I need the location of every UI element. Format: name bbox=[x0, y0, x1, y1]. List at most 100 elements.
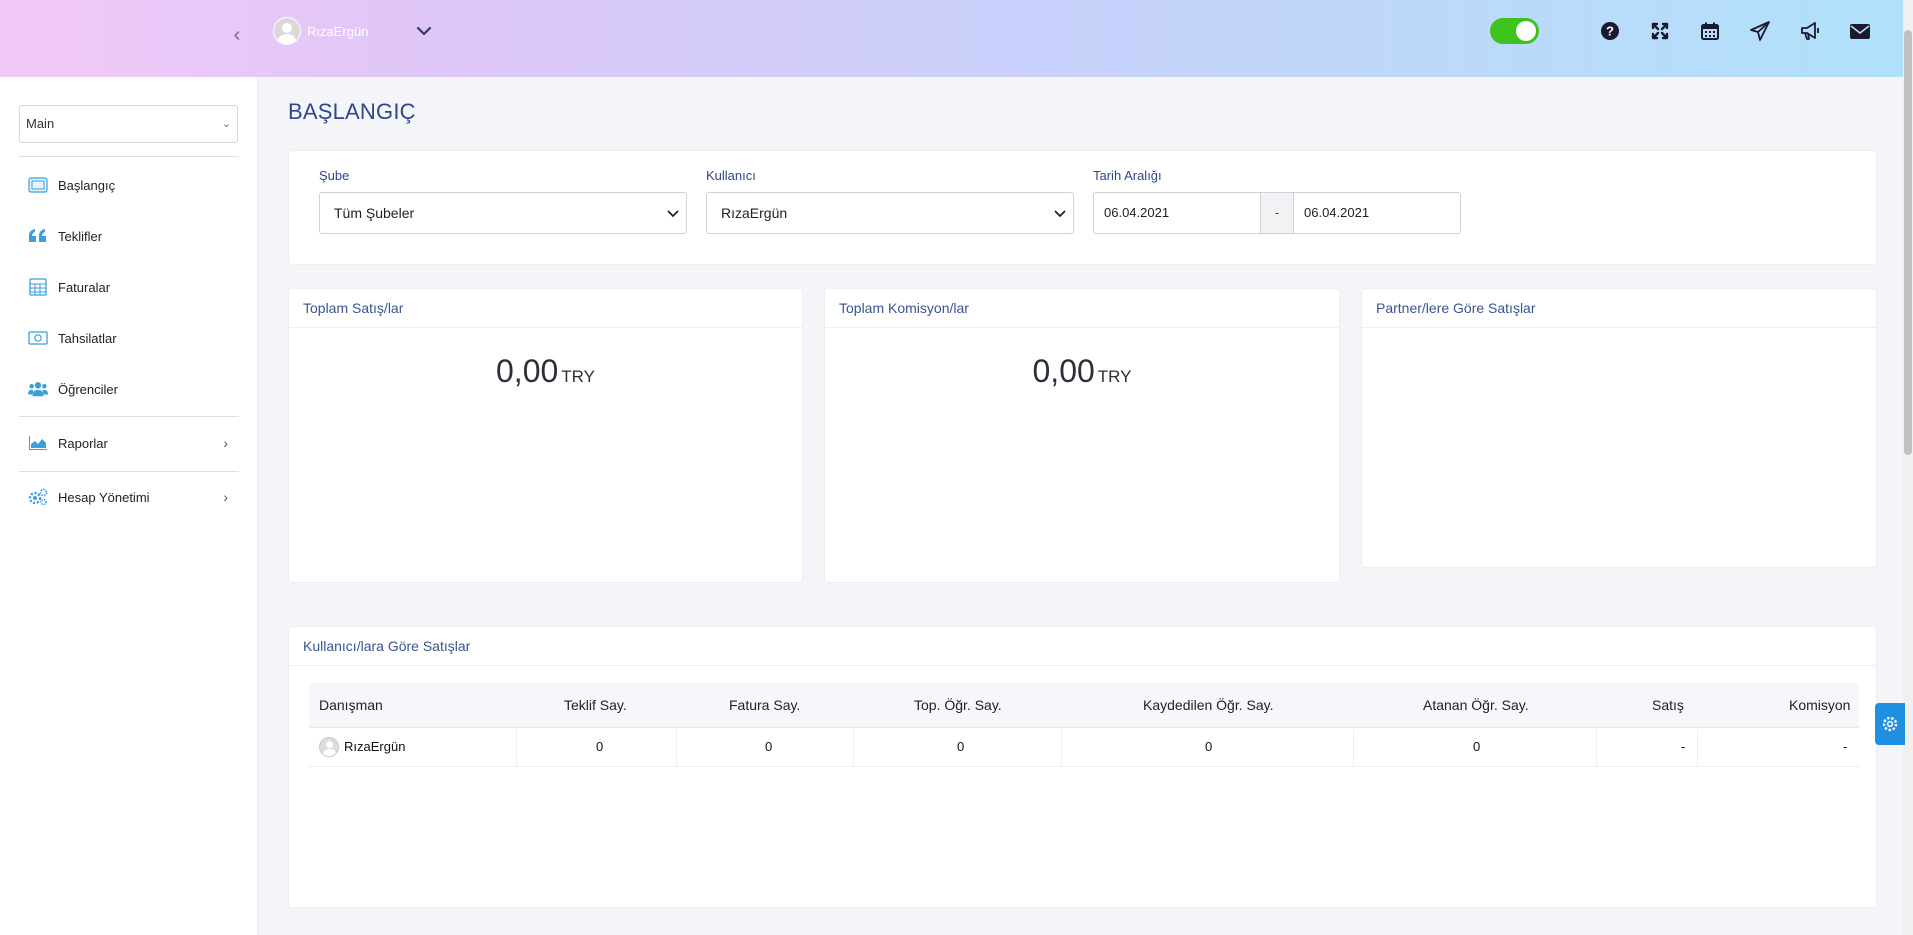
cell-divider bbox=[1697, 729, 1698, 767]
cell-divider bbox=[1061, 729, 1062, 767]
sidebar-item-label: Faturalar bbox=[58, 279, 111, 295]
sidebar-item-label: Öğrenciler bbox=[58, 381, 118, 397]
send-icon[interactable] bbox=[1747, 18, 1773, 44]
quote-icon bbox=[28, 226, 48, 246]
assigned-count: 0 bbox=[1473, 739, 1481, 754]
megaphone-icon[interactable] bbox=[1797, 18, 1823, 44]
stat-number: 0,00 bbox=[1032, 353, 1095, 389]
chevron-down-icon: ⌄ bbox=[221, 118, 231, 130]
user-label: Kullanıcı bbox=[706, 168, 756, 183]
sidebar-divider bbox=[19, 471, 239, 472]
status-toggle[interactable] bbox=[1490, 18, 1539, 44]
column-header[interactable]: Danışman bbox=[319, 683, 383, 728]
sidebar-collapse-button[interactable]: ‹ bbox=[228, 22, 246, 48]
table-row[interactable]: RızaErgün 0 0 0 0 0 - - bbox=[309, 729, 1859, 767]
card-title: Kullanıcı/lara Göre Satışlar bbox=[289, 627, 1876, 666]
chevron-right-icon: › bbox=[223, 435, 228, 451]
cell-divider bbox=[676, 729, 677, 767]
chevron-down-icon bbox=[1054, 210, 1066, 218]
sidebar-divider bbox=[19, 416, 239, 417]
sidebar-item-ogrenciler[interactable]: Öğrenciler bbox=[28, 374, 238, 404]
calendar-icon[interactable] bbox=[1697, 18, 1723, 44]
table-header: Danışman Teklif Say. Fatura Say. Top. Öğ… bbox=[309, 683, 1859, 728]
cell-divider bbox=[1353, 729, 1354, 767]
sidebar-item-tahsilatlar[interactable]: Tahsilatlar bbox=[28, 323, 238, 353]
sidebar: Main ⌄ Başlangıç Teklifler Faturalar Tah… bbox=[0, 77, 258, 935]
money-icon bbox=[28, 328, 48, 348]
sidebar-item-label: Teklifler bbox=[58, 228, 103, 244]
dashboard-icon bbox=[28, 175, 48, 195]
scrollbar-thumb[interactable] bbox=[1904, 30, 1912, 455]
student-count: 0 bbox=[957, 739, 965, 754]
user-avatar bbox=[273, 17, 301, 45]
partner-sales-card: Partner/lere Göre Satışlar bbox=[1361, 288, 1877, 568]
column-header[interactable]: Teklif Say. bbox=[564, 683, 627, 728]
sidebar-item-baslangic[interactable]: Başlangıç bbox=[28, 170, 238, 200]
sidebar-item-hesap-yonetimi[interactable]: Hesap Yönetimi › bbox=[28, 482, 238, 512]
page-title: BAŞLANGIÇ bbox=[288, 99, 416, 124]
chevron-down-icon[interactable] bbox=[415, 22, 433, 40]
fullscreen-icon[interactable] bbox=[1647, 18, 1673, 44]
cell-divider bbox=[1596, 729, 1597, 767]
user-value: RızaErgün bbox=[721, 205, 788, 221]
stat-currency: TRY bbox=[1097, 367, 1132, 386]
date-range-separator: - bbox=[1261, 192, 1293, 234]
date-from-input[interactable]: 06.04.2021 bbox=[1093, 192, 1261, 234]
chart-icon bbox=[28, 433, 48, 453]
card-title: Toplam Satış/lar bbox=[289, 289, 802, 328]
user-menu[interactable]: RızaErgün bbox=[273, 17, 432, 45]
cell-divider bbox=[516, 729, 517, 767]
total-sales-card: Toplam Satış/lar 0,00 TRY bbox=[288, 288, 803, 583]
card-title: Toplam Komisyon/lar bbox=[825, 289, 1339, 328]
user-select[interactable]: RızaErgün bbox=[706, 192, 1074, 234]
filter-panel: Şube Tüm Şubeler Kullanıcı RızaErgün Tar… bbox=[288, 150, 1877, 265]
sidebar-item-label: Tahsilatlar bbox=[58, 330, 117, 346]
card-title: Partner/lere Göre Satışlar bbox=[1362, 289, 1876, 328]
branch-select[interactable]: Tüm Şubeler bbox=[319, 192, 687, 234]
user-sales-card: Kullanıcı/lara Göre Satışlar Danışman Te… bbox=[288, 626, 1877, 908]
invoice-count: 0 bbox=[765, 739, 773, 754]
cell-divider bbox=[853, 729, 854, 767]
branch-label: Şube bbox=[319, 168, 350, 183]
users-icon bbox=[28, 379, 48, 399]
workspace-select[interactable]: Main ⌄ bbox=[19, 105, 238, 143]
sidebar-item-label: Raporlar bbox=[58, 435, 108, 451]
sales-value: - bbox=[1681, 739, 1686, 754]
sidebar-item-teklifler[interactable]: Teklifler bbox=[28, 221, 238, 251]
gear-icon bbox=[1882, 716, 1898, 732]
user-sales-table: Danışman Teklif Say. Fatura Say. Top. Öğ… bbox=[309, 683, 1859, 767]
sidebar-item-label: Hesap Yönetimi bbox=[58, 489, 150, 505]
top-toolbar: ? bbox=[1490, 18, 1873, 44]
sidebar-item-faturalar[interactable]: Faturalar bbox=[28, 272, 238, 302]
workspace-value: Main bbox=[26, 116, 55, 131]
chevron-right-icon: › bbox=[223, 489, 228, 505]
commission-value: - bbox=[1843, 739, 1848, 754]
column-header[interactable]: Komisyon bbox=[1789, 683, 1850, 728]
column-header[interactable]: Fatura Say. bbox=[729, 683, 800, 728]
help-icon[interactable]: ? bbox=[1597, 18, 1623, 44]
top-bar: ‹ RızaErgün ? bbox=[0, 0, 1913, 77]
offer-count: 0 bbox=[596, 739, 604, 754]
user-name: RızaErgün bbox=[307, 23, 369, 39]
branch-value: Tüm Şubeler bbox=[334, 205, 415, 221]
column-header[interactable]: Atanan Öğr. Say. bbox=[1423, 683, 1529, 728]
date-to-input[interactable]: 06.04.2021 bbox=[1293, 192, 1461, 234]
user-avatar bbox=[319, 737, 339, 757]
chevron-down-icon bbox=[667, 210, 679, 218]
mail-icon[interactable] bbox=[1847, 18, 1873, 44]
total-commission-value: 0,00 TRY bbox=[825, 353, 1339, 390]
registered-count: 0 bbox=[1205, 739, 1213, 754]
column-header[interactable]: Kaydedilen Öğr. Say. bbox=[1143, 683, 1273, 728]
stat-number: 0,00 bbox=[496, 353, 559, 389]
settings-panel-button[interactable] bbox=[1875, 703, 1905, 745]
sidebar-divider bbox=[19, 156, 239, 157]
sidebar-item-label: Başlangıç bbox=[58, 177, 116, 193]
column-header[interactable]: Satış bbox=[1652, 683, 1684, 728]
scrollbar[interactable] bbox=[1903, 0, 1913, 935]
svg-text:?: ? bbox=[1606, 24, 1614, 39]
date-range-label: Tarih Aralığı bbox=[1093, 168, 1162, 183]
total-commission-card: Toplam Komisyon/lar 0,00 TRY bbox=[824, 288, 1340, 583]
stat-currency: TRY bbox=[561, 367, 595, 386]
column-header[interactable]: Top. Öğr. Say. bbox=[914, 683, 1002, 728]
sidebar-item-raporlar[interactable]: Raporlar › bbox=[28, 428, 238, 458]
